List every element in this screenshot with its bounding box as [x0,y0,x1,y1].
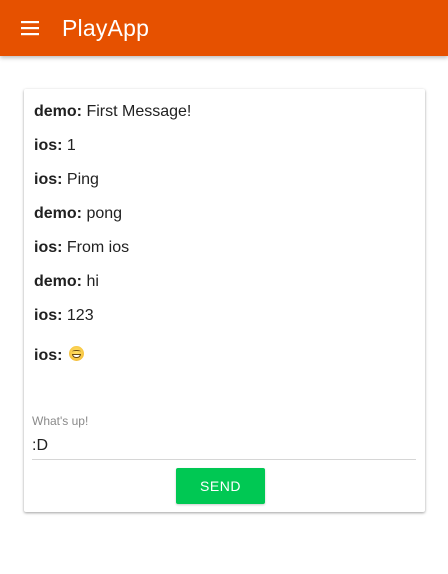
message-item: demo: First Message! [34,101,415,135]
message-user: demo: [34,103,82,120]
message-user: ios: [34,171,63,188]
message-user: demo: [34,205,82,222]
message-item: ios: 123 [34,305,415,339]
message-list: demo: First Message! ios: 1 ios: Ping de… [34,101,415,379]
send-button[interactable]: SEND [176,468,265,504]
message-text: pong [86,205,123,222]
message-user: ios: [34,307,63,324]
message-user: ios: [34,137,63,154]
message-item: ios: From ios [34,237,415,271]
message-item: demo: pong [34,203,415,237]
message-text: Ping [66,171,99,188]
app-bar: PlayApp [0,0,448,56]
message-input[interactable] [32,433,416,460]
message-field-label: What's up! [32,414,89,428]
message-item: ios: Ping [34,169,415,203]
message-text: 1 [66,137,76,154]
chat-card: demo: First Message! ios: 1 ios: Ping de… [24,89,425,512]
message-user: ios: [34,347,63,364]
message-item: demo: hi [34,271,415,305]
message-text: hi [86,273,99,290]
message-text: From ios [66,239,130,256]
message-item: ios: 1 [34,135,415,169]
message-user: ios: [34,239,63,256]
menu-button[interactable] [2,0,58,56]
app-title: PlayApp [62,14,150,41]
message-user: demo: [34,273,82,290]
message-item: ios: [34,339,415,379]
grinning-face-emoji-icon [68,346,84,361]
message-text: 123 [66,307,94,324]
menu-icon [21,21,39,36]
message-text: First Message! [86,103,192,120]
